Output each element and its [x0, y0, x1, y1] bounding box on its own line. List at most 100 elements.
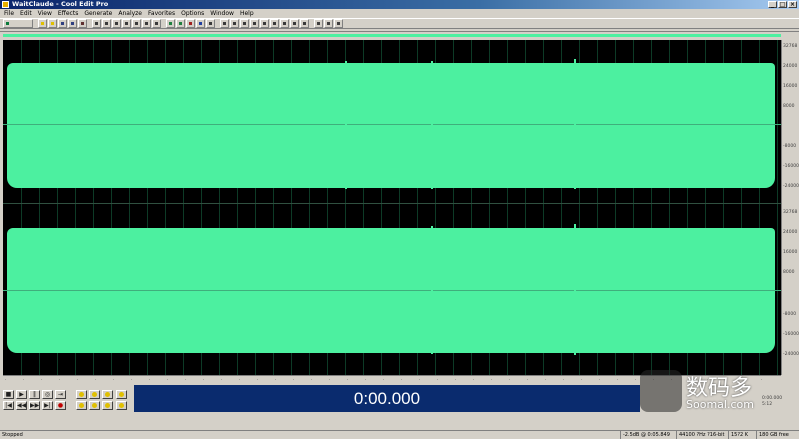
zoom-out-icon[interactable]: [89, 390, 100, 399]
menu-edit[interactable]: Edit: [19, 9, 33, 18]
amplify-icon[interactable]: [220, 19, 229, 28]
ruler-label: 24000: [783, 64, 798, 69]
zoom-in-icon[interactable]: [76, 390, 87, 399]
filter-icon[interactable]: [300, 19, 309, 28]
status-free-space: 180 GB free: [756, 431, 789, 439]
menu-analyze[interactable]: Analyze: [117, 9, 143, 18]
ruler-tick: ·: [365, 378, 367, 383]
properties-icon[interactable]: [78, 19, 87, 28]
ruler-tick: ·: [347, 378, 349, 383]
left-center-line: [3, 124, 781, 125]
marker-icon[interactable]: [196, 19, 205, 28]
fade-in-icon[interactable]: [240, 19, 249, 28]
multitrack-icon[interactable]: [314, 19, 323, 28]
ruler-tick: ·: [617, 378, 619, 383]
watermark-logo: [640, 370, 682, 412]
right-center-line: [3, 290, 781, 291]
metronome-icon[interactable]: [206, 19, 215, 28]
normalize-icon[interactable]: [230, 19, 239, 28]
go-to-start-button[interactable]: |◀: [3, 401, 14, 410]
undo-icon[interactable]: [92, 19, 101, 28]
loop-icon[interactable]: [186, 19, 195, 28]
ruler-tick: ·: [545, 378, 547, 383]
ruler-label: -8000: [783, 312, 797, 317]
paste-icon[interactable]: [132, 19, 141, 28]
ruler-tick: ·: [239, 378, 241, 383]
ruler-label: 8000: [783, 104, 795, 109]
ruler-tick: ·: [581, 378, 583, 383]
save-as-icon[interactable]: [68, 19, 77, 28]
ruler-tick: ·: [23, 378, 25, 383]
ruler-tick: ·: [131, 378, 133, 383]
waveform-view-icon[interactable]: [176, 19, 185, 28]
noise-reduction-icon[interactable]: [260, 19, 269, 28]
minimize-button[interactable]: _: [768, 1, 777, 8]
pause-button[interactable]: ‖: [29, 390, 40, 399]
ruler-tick: ·: [563, 378, 565, 383]
ruler-tick: ·: [5, 378, 7, 383]
menu-favorites[interactable]: Favorites: [147, 9, 176, 18]
ruler-tick: ·: [293, 378, 295, 383]
edit-view-icon[interactable]: [324, 19, 333, 28]
zoom-full-icon[interactable]: [102, 390, 113, 399]
overview-range[interactable]: [3, 34, 781, 37]
record-button[interactable]: ●: [55, 401, 66, 410]
trim-icon[interactable]: [152, 19, 161, 28]
play-to-end-button[interactable]: ⇥: [55, 390, 66, 399]
close-button[interactable]: ×: [788, 1, 797, 8]
stop-button[interactable]: ■: [3, 390, 14, 399]
cd-project-icon[interactable]: [334, 19, 343, 28]
menu-window[interactable]: Window: [209, 9, 235, 18]
save-icon[interactable]: [58, 19, 67, 28]
play-button[interactable]: ▶: [16, 390, 27, 399]
reverb-icon[interactable]: [270, 19, 279, 28]
zoom-right-icon[interactable]: [102, 401, 113, 410]
overview-bar[interactable]: [0, 31, 799, 39]
time-display: 0:00.000: [134, 385, 640, 412]
ruler-tick: ·: [203, 378, 205, 383]
new-file-icon[interactable]: [38, 19, 47, 28]
mix-paste-icon[interactable]: [142, 19, 151, 28]
go-to-end-button[interactable]: ▶|: [42, 401, 53, 410]
spectral-view-icon[interactable]: [166, 19, 175, 28]
cut-icon[interactable]: [112, 19, 121, 28]
zoom-selection-icon[interactable]: [76, 401, 87, 410]
right-channel[interactable]: [3, 204, 781, 375]
play-loop-button[interactable]: ◎: [42, 390, 53, 399]
rewind-button[interactable]: ◀◀: [16, 401, 27, 410]
menu-options[interactable]: Options: [180, 9, 205, 18]
zoom-vertical-in-icon[interactable]: [116, 390, 127, 399]
ruler-label: 24000: [783, 230, 798, 235]
zoom-vertical-out-icon[interactable]: [116, 401, 127, 410]
window-controls: _ □ ×: [768, 1, 797, 8]
status-bar: Stopped -2.5dB @ 0:05.849 44100 ?Hz ?16-…: [0, 430, 799, 439]
waveform-display[interactable]: [3, 40, 781, 375]
menu-effects[interactable]: Effects: [57, 9, 79, 18]
echo-icon[interactable]: [280, 19, 289, 28]
menu-view[interactable]: View: [37, 9, 53, 18]
menu-help[interactable]: Help: [239, 9, 255, 18]
selection-end: 5:12: [762, 402, 773, 407]
zoom-left-icon[interactable]: [89, 401, 100, 410]
open-file-icon[interactable]: [48, 19, 57, 28]
fast-forward-button[interactable]: ▶▶: [29, 401, 40, 410]
copy-icon[interactable]: [122, 19, 131, 28]
eq-icon[interactable]: [290, 19, 299, 28]
left-peak: [574, 59, 576, 189]
left-channel[interactable]: [3, 40, 781, 203]
ruler-tick: ·: [329, 378, 331, 383]
ruler-tick: ·: [599, 378, 601, 383]
ruler-tick: ·: [401, 378, 403, 383]
ruler-label: -16000: [783, 332, 799, 337]
ruler-label: 32768: [783, 44, 798, 49]
menu-generate[interactable]: Generate: [83, 9, 113, 18]
ruler-tick: ·: [185, 378, 187, 383]
maximize-button[interactable]: □: [778, 1, 787, 8]
right-peak: [574, 224, 576, 355]
ruler-tick: ·: [473, 378, 475, 383]
watermark: 数码多 Soomal.com: [640, 366, 780, 416]
redo-icon[interactable]: [102, 19, 111, 28]
fade-out-icon[interactable]: [250, 19, 259, 28]
view-toggle-button[interactable]: [3, 19, 33, 28]
menu-file[interactable]: File: [3, 9, 15, 18]
